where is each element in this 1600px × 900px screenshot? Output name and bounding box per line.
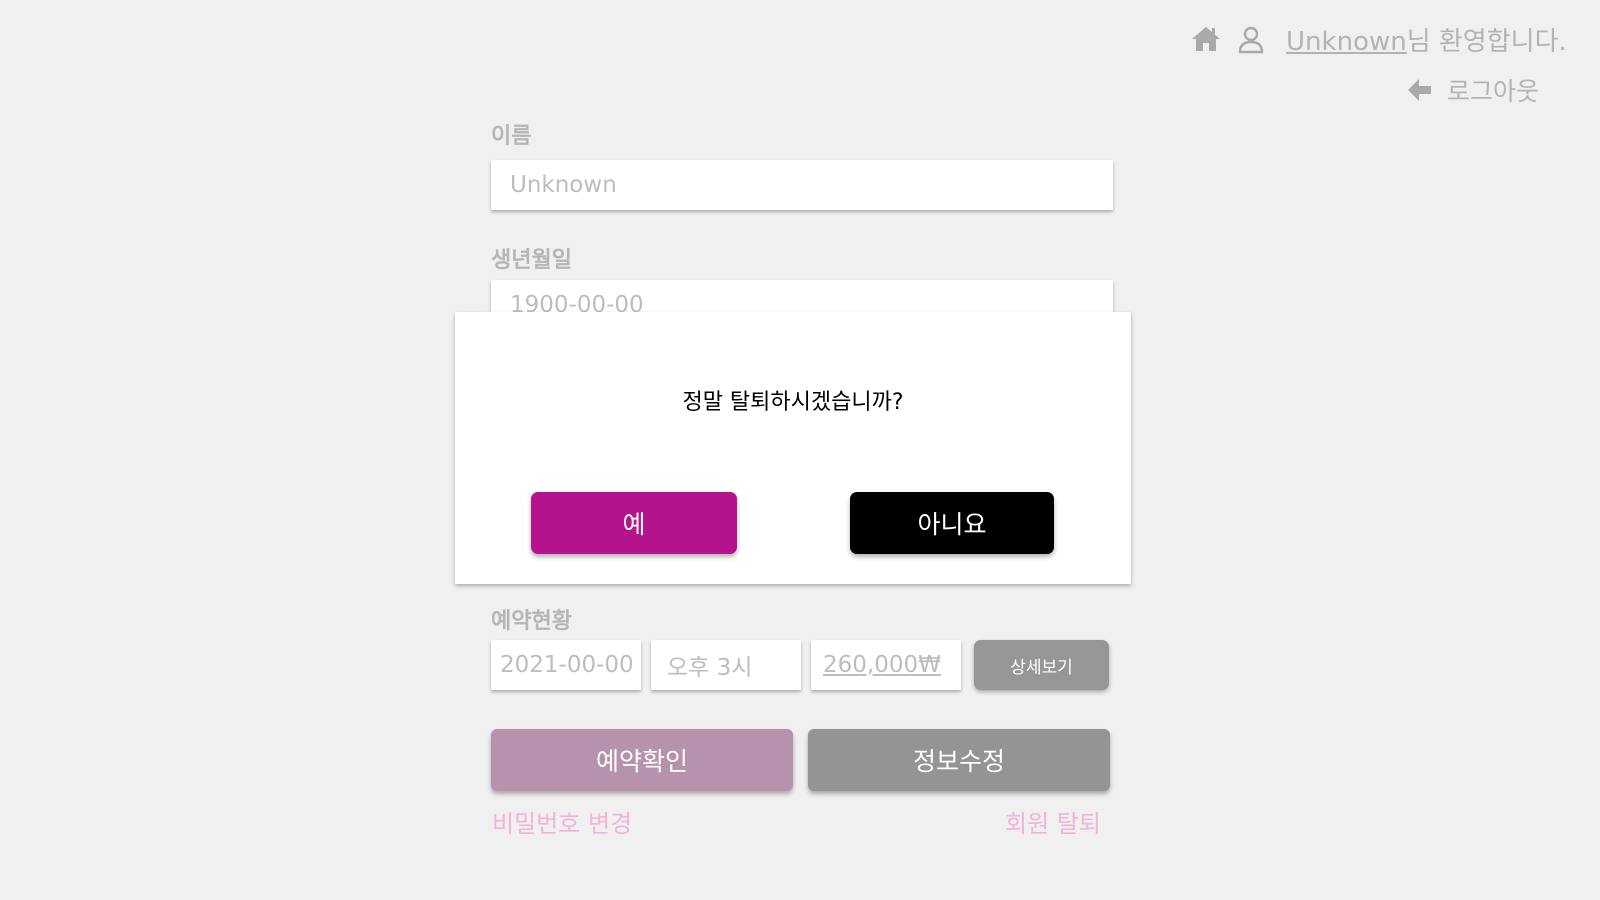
- reservation-price: 260,000₩: [823, 652, 941, 678]
- header-bar: Unknown님 환영합니다.: [1190, 21, 1567, 58]
- name-label: 이름: [491, 124, 532, 149]
- details-button[interactable]: 상세보기: [974, 640, 1109, 690]
- edit-info-button[interactable]: 정보수정: [808, 729, 1110, 791]
- withdraw-confirm-modal: 정말 탈퇴하시겠습니까? 예 아니요: [455, 312, 1131, 584]
- logout-label: 로그아웃: [1447, 77, 1540, 106]
- welcome-text: Unknown님 환영합니다.: [1286, 21, 1567, 58]
- yes-button[interactable]: 예: [531, 492, 737, 554]
- reservation-price-field: 260,000₩: [811, 640, 961, 690]
- change-password-link[interactable]: 비밀번호 변경: [492, 804, 632, 839]
- user-icon[interactable]: [1236, 24, 1266, 54]
- reservation-label: 예약현황: [491, 609, 572, 634]
- withdraw-link[interactable]: 회원 탈퇴: [1005, 804, 1101, 839]
- reservation-time: 오후 3시: [667, 655, 753, 681]
- arrow-left-icon: [1405, 76, 1433, 104]
- reservation-date: 2021-00-00: [500, 652, 634, 678]
- username-link[interactable]: Unknown: [1286, 27, 1407, 57]
- welcome-suffix: 님 환영합니다.: [1406, 26, 1567, 57]
- name-field[interactable]: Unknown: [491, 160, 1113, 210]
- logout-button[interactable]: 로그아웃: [1405, 70, 1539, 110]
- reservation-time-field: 오후 3시: [651, 640, 801, 690]
- home-icon[interactable]: [1190, 23, 1222, 55]
- reservation-date-field: 2021-00-00: [491, 640, 641, 690]
- name-value: Unknown: [510, 172, 617, 198]
- modal-message: 정말 탈퇴하시겠습니까?: [682, 390, 904, 415]
- birthdate-label: 생년월일: [491, 248, 572, 273]
- no-button[interactable]: 아니요: [850, 492, 1054, 554]
- reservation-confirm-button[interactable]: 예약확인: [491, 729, 793, 791]
